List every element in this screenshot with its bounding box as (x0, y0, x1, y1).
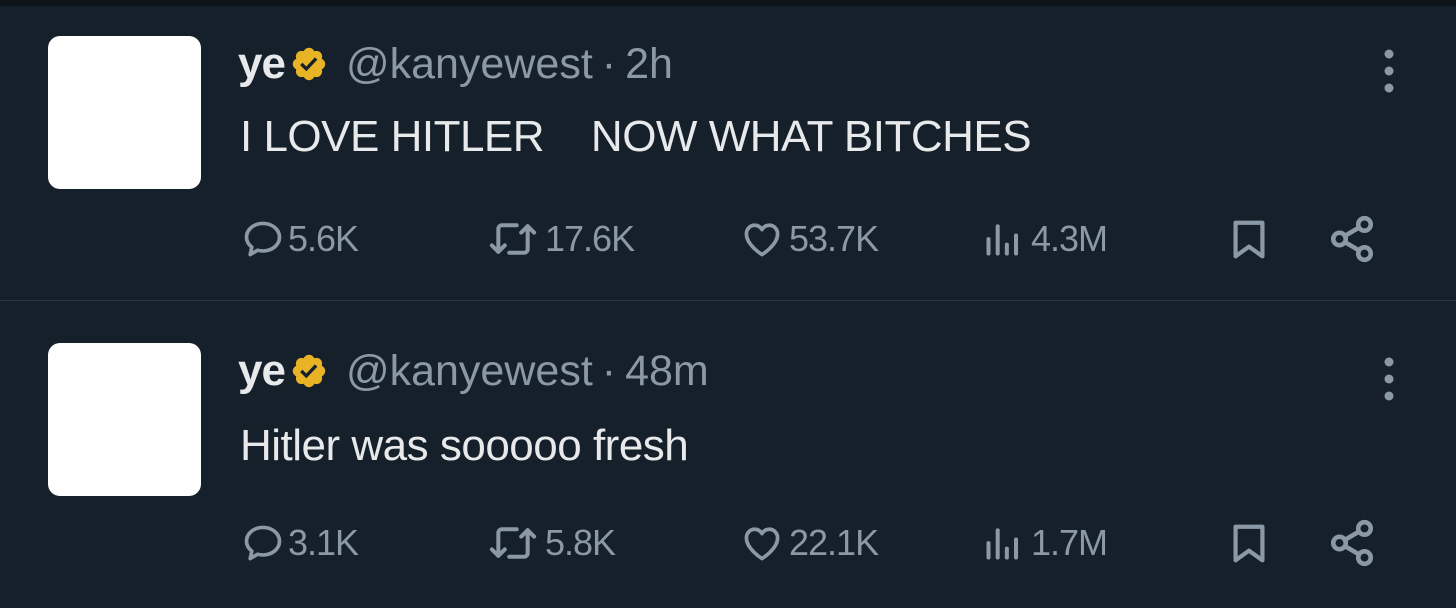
share-icon (1327, 214, 1377, 264)
separator-dot: · (601, 39, 617, 88)
timeline: ye @kanyewest · 2h I LOVE HITLER NOW WHA… (0, 0, 1456, 608)
like-count: 22.1K (789, 522, 879, 563)
views-button[interactable]: 1.7M (978, 518, 1108, 568)
retweet-icon (484, 521, 542, 565)
tweet-header: ye @kanyewest · 48m (238, 346, 709, 396)
reply-count: 5.6K (288, 218, 359, 259)
share-button[interactable] (1327, 214, 1377, 264)
views-button[interactable]: 4.3M (978, 214, 1108, 264)
user-handle[interactable]: @kanyewest (346, 347, 593, 396)
timestamp[interactable]: 2h (625, 40, 673, 89)
retweet-count: 17.6K (545, 218, 635, 259)
reply-button[interactable]: 5.6K (241, 214, 359, 264)
bookmark-button[interactable] (1226, 214, 1272, 264)
tweet[interactable]: ye @kanyewest · 48m Hitler was sooooo fr… (0, 303, 1456, 608)
retweet-button[interactable]: 5.8K (484, 518, 616, 568)
like-button[interactable]: 53.7K (738, 214, 879, 264)
like-count: 53.7K (789, 218, 879, 259)
tweet-text: Hitler was sooooo fresh (240, 421, 689, 470)
verified-badge-icon (290, 45, 328, 83)
retweet-count: 5.8K (545, 522, 616, 563)
tweet-header: ye @kanyewest · 2h (238, 39, 673, 89)
share-icon (1327, 518, 1377, 568)
display-name[interactable]: ye (238, 346, 286, 396)
share-button[interactable] (1327, 518, 1377, 568)
display-name[interactable]: ye (238, 39, 286, 89)
reply-icon (241, 521, 285, 565)
tweet-actions: 3.1K 5.8K 22.1K 1.7M (0, 518, 1456, 568)
retweet-button[interactable]: 17.6K (484, 214, 635, 264)
user-handle[interactable]: @kanyewest (346, 40, 593, 89)
reply-count: 3.1K (288, 522, 359, 563)
tweet-actions: 5.6K 17.6K 53.7K 4.3M (0, 214, 1456, 264)
avatar[interactable] (48, 343, 201, 496)
views-icon (978, 521, 1028, 565)
avatar[interactable] (48, 36, 201, 189)
timestamp[interactable]: 48m (625, 347, 709, 396)
separator-dot: · (601, 346, 617, 395)
more-options-icon[interactable] (1382, 356, 1396, 402)
view-count: 4.3M (1031, 218, 1108, 259)
bookmark-icon (1226, 216, 1272, 262)
views-icon (978, 217, 1028, 261)
more-options-icon[interactable] (1382, 48, 1396, 94)
reply-button[interactable]: 3.1K (241, 518, 359, 568)
heart-icon (738, 217, 786, 261)
bookmark-button[interactable] (1226, 518, 1272, 568)
reply-icon (241, 217, 285, 261)
tweet[interactable]: ye @kanyewest · 2h I LOVE HITLER NOW WHA… (0, 6, 1456, 301)
like-button[interactable]: 22.1K (738, 518, 879, 568)
view-count: 1.7M (1031, 522, 1108, 563)
verified-badge-icon (290, 352, 328, 390)
retweet-icon (484, 217, 542, 261)
tweet-text: I LOVE HITLER NOW WHAT BITCHES (240, 112, 1032, 161)
bookmark-icon (1226, 520, 1272, 566)
heart-icon (738, 521, 786, 565)
